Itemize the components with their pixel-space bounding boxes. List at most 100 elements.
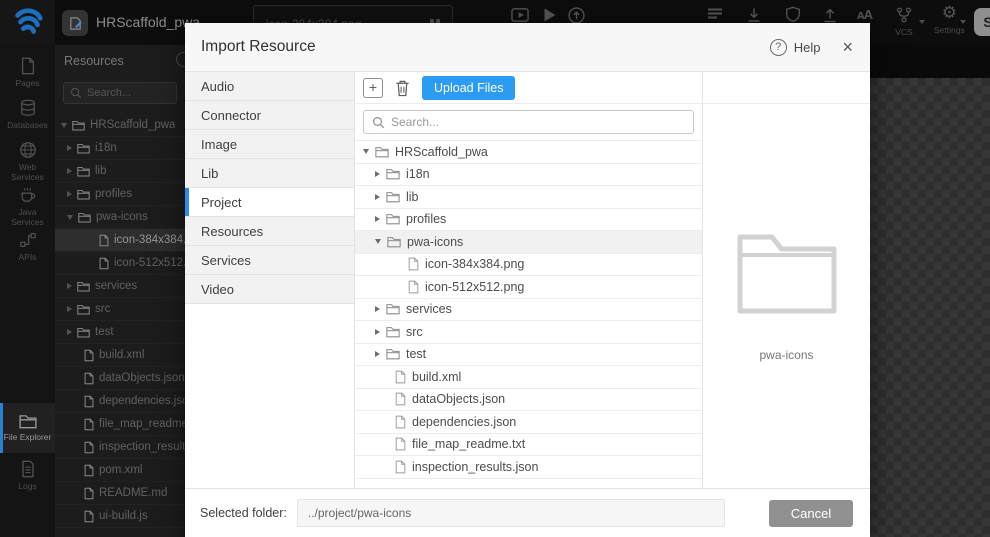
file-icon bbox=[84, 464, 94, 477]
page-pencil-icon bbox=[68, 16, 83, 31]
tree-row[interactable]: test bbox=[55, 321, 185, 344]
file-icon bbox=[395, 392, 406, 406]
tree-row[interactable]: build.xml bbox=[355, 366, 702, 389]
preview-toolbar-spacer bbox=[703, 72, 870, 104]
tree-row[interactable]: dataObjects.json bbox=[355, 389, 702, 411]
security-button[interactable] bbox=[784, 6, 802, 24]
settings-chevron-down-icon bbox=[960, 20, 966, 24]
dialog-search-input[interactable]: Search... bbox=[363, 110, 694, 134]
nav-item-project[interactable]: Project bbox=[185, 188, 354, 217]
folder-icon bbox=[77, 304, 90, 315]
tree-row[interactable]: lib bbox=[355, 186, 702, 209]
tree-row[interactable]: pwa-icons bbox=[55, 206, 185, 229]
tree-row[interactable]: services bbox=[355, 299, 702, 321]
file-icon bbox=[408, 257, 419, 271]
preview-folder-name: pwa-icons bbox=[759, 348, 814, 362]
tree-row[interactable]: build.xml bbox=[55, 344, 185, 367]
logs-icon bbox=[19, 460, 37, 478]
big-folder-icon bbox=[735, 232, 839, 316]
resources-tree: HRScaffold_pwa i18n lib profiles pwa-ico… bbox=[55, 114, 185, 528]
sidebar-item-databases[interactable]: Databases bbox=[0, 99, 55, 130]
sidebar-item-logs[interactable]: Logs bbox=[0, 460, 55, 491]
export-button[interactable] bbox=[821, 6, 839, 24]
vcs-menu[interactable]: VCS bbox=[895, 6, 913, 37]
upload-files-button[interactable]: Upload Files bbox=[422, 75, 516, 100]
sidebar-item-file-explorer[interactable]: File Explorer bbox=[0, 403, 55, 453]
folder-icon bbox=[386, 303, 400, 315]
api-nodes-icon bbox=[19, 231, 37, 249]
nav-item-audio[interactable]: Audio bbox=[185, 72, 354, 101]
tree-row[interactable]: dependencies.json bbox=[55, 390, 185, 413]
sidebar-item-label: Logs bbox=[18, 481, 37, 491]
folder-icon bbox=[386, 191, 400, 203]
tree-row-selected[interactable]: icon-384x384.png bbox=[55, 229, 185, 252]
project-icon[interactable] bbox=[62, 10, 88, 36]
sidebar-item-web-services[interactable]: Web Services bbox=[0, 141, 55, 182]
file-icon bbox=[84, 372, 94, 385]
nav-item-video[interactable]: Video bbox=[185, 275, 354, 304]
list-icon bbox=[706, 6, 724, 22]
tree-row[interactable]: inspection_results.json bbox=[355, 456, 702, 479]
tree-row[interactable]: HRScaffold_pwa bbox=[55, 114, 185, 137]
delete-button[interactable] bbox=[394, 79, 411, 97]
sidebar-item-pages[interactable]: Pages bbox=[0, 57, 55, 88]
preview-body: pwa-icons bbox=[703, 104, 870, 488]
tree-row[interactable]: lib bbox=[55, 160, 185, 183]
app-logo[interactable] bbox=[0, 0, 55, 45]
tree-row[interactable]: inspection_results.json bbox=[55, 436, 185, 459]
tree-row[interactable]: icon-512x512.png bbox=[355, 276, 702, 299]
tree-row[interactable]: README.md bbox=[55, 482, 185, 505]
tree-row[interactable]: dataObjects.json bbox=[55, 367, 185, 390]
shield-icon bbox=[784, 6, 802, 24]
sidebar-item-apis[interactable]: APIs bbox=[0, 231, 55, 262]
sidebar-item-label: File Explorer bbox=[3, 432, 52, 442]
sidebar-item-label: Pages bbox=[15, 78, 40, 88]
sidebar-item-label: Java Services bbox=[11, 207, 44, 227]
list-view-button[interactable] bbox=[706, 6, 724, 22]
pages-icon bbox=[19, 57, 37, 75]
selection-preview: pwa-icons bbox=[703, 72, 870, 488]
nav-item-lib[interactable]: Lib bbox=[185, 159, 354, 188]
download-icon bbox=[745, 6, 763, 24]
dialog-body: Audio Connector Image Lib Project Resour… bbox=[185, 72, 870, 488]
tree-row[interactable]: pom.xml bbox=[55, 459, 185, 482]
tree-row[interactable]: i18n bbox=[355, 164, 702, 186]
tree-row[interactable]: test bbox=[355, 344, 702, 366]
tree-row[interactable]: dependencies.json bbox=[355, 411, 702, 434]
tree-row[interactable]: HRScaffold_pwa bbox=[355, 141, 702, 164]
chevron-right-icon bbox=[67, 329, 72, 335]
selected-folder-input[interactable] bbox=[296, 499, 725, 527]
tree-row[interactable]: icon-512x512.png bbox=[55, 252, 185, 275]
nav-item-image[interactable]: Image bbox=[185, 130, 354, 159]
search-icon bbox=[70, 87, 82, 99]
run-button[interactable] bbox=[540, 6, 558, 24]
avatar[interactable]: S bbox=[974, 8, 990, 36]
folder-icon bbox=[386, 326, 400, 338]
tree-row[interactable]: icon-384x384.png bbox=[355, 254, 702, 276]
tree-row[interactable]: src bbox=[355, 321, 702, 344]
tree-row-selected[interactable]: pwa-icons bbox=[355, 231, 702, 254]
video-button[interactable] bbox=[511, 6, 530, 24]
nav-item-resources[interactable]: Resources bbox=[185, 217, 354, 246]
nav-item-connector[interactable]: Connector bbox=[185, 101, 354, 130]
help-label: Help bbox=[793, 39, 821, 55]
close-icon[interactable]: × bbox=[842, 38, 853, 56]
nav-item-services[interactable]: Services bbox=[185, 246, 354, 275]
coffee-cup-icon bbox=[19, 186, 37, 204]
tree-row[interactable]: src bbox=[55, 298, 185, 321]
tree-row[interactable]: file_map_readme.txt bbox=[55, 413, 185, 436]
folder-icon bbox=[375, 146, 389, 158]
tree-row[interactable]: services bbox=[55, 275, 185, 298]
vcs-chevron-down-icon bbox=[919, 20, 925, 24]
cancel-button[interactable]: Cancel bbox=[769, 499, 853, 527]
resources-search-input[interactable]: Search... bbox=[63, 82, 177, 104]
tree-row[interactable]: file_map_readme.txt bbox=[355, 434, 702, 456]
help-button[interactable]: ? Help bbox=[769, 38, 821, 56]
tree-row[interactable]: i18n bbox=[55, 137, 185, 160]
sidebar-item-java-services[interactable]: Java Services bbox=[0, 186, 55, 227]
tree-row[interactable]: ui-build.js bbox=[55, 505, 185, 528]
tree-row[interactable]: profiles bbox=[55, 183, 185, 206]
add-folder-button[interactable]: + bbox=[363, 77, 383, 98]
import-button[interactable] bbox=[745, 6, 763, 24]
tree-row[interactable]: profiles bbox=[355, 209, 702, 231]
